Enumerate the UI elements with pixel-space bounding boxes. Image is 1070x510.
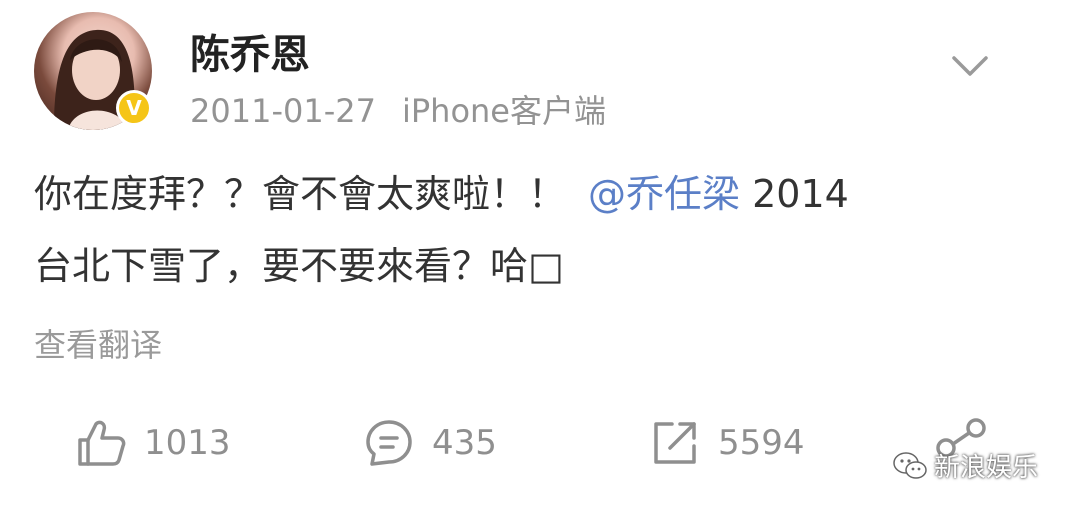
post-content: 你在度拜？？會不會太爽啦！！ @乔任梁 2014 台北下雪了，要不要來看？哈□ — [34, 158, 1044, 302]
wechat-icon — [893, 451, 927, 479]
comment-count: 435 — [432, 423, 497, 463]
comment-button[interactable]: 435 — [362, 410, 497, 476]
thumbs-up-icon — [78, 420, 126, 466]
mention-link[interactable]: @乔任梁 — [588, 172, 740, 216]
post-text-line-1: 你在度拜？？會不會太爽啦！！ @乔任梁 2014 — [34, 158, 1044, 230]
repost-icon — [654, 422, 696, 464]
post-date: 2011-01-27 — [190, 92, 376, 130]
verified-badge-icon: V — [116, 90, 152, 126]
watermark-text: 新浪娱乐 — [934, 453, 1039, 483]
like-count: 1013 — [144, 423, 231, 463]
repost-count: 5594 — [718, 423, 805, 463]
post-text-year: 2014 — [740, 172, 849, 216]
post-text: 你在度拜？？會不會太爽啦！！ — [34, 172, 567, 216]
translate-link[interactable]: 查看翻译 — [34, 320, 162, 366]
repost-button[interactable]: 5594 — [648, 410, 805, 476]
like-button[interactable]: 1013 — [74, 410, 231, 476]
chevron-down-icon[interactable] — [950, 52, 990, 82]
post-source: iPhone客户端 — [401, 92, 606, 130]
post-meta: 2011-01-27 iPhone客户端 — [190, 86, 606, 132]
watermark: 新浪娱乐 — [892, 447, 1038, 484]
post-text-line-2: 台北下雪了，要不要來看？哈□ — [34, 244, 564, 288]
username[interactable]: 陈乔恩 — [190, 22, 310, 80]
comment-icon — [366, 420, 412, 466]
